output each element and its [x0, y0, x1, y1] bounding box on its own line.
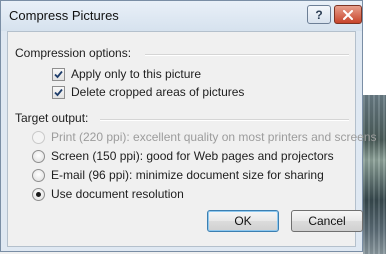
document-resolution-label[interactable]: Use document resolution [51, 187, 184, 201]
screen-radio[interactable] [32, 150, 45, 163]
delete-cropped-label[interactable]: Delete cropped areas of pictures [71, 85, 244, 99]
radio-selected-dot [36, 192, 41, 197]
close-button[interactable] [334, 5, 362, 24]
title-bar[interactable]: Compress Pictures ? [1, 1, 362, 31]
apply-only-label[interactable]: Apply only to this picture [71, 67, 201, 81]
dialog-content: Compression options: Apply only to this … [7, 31, 377, 247]
print-radio[interactable] [32, 131, 45, 144]
section-divider [100, 119, 349, 121]
compression-options-heading: Compression options: [15, 46, 132, 60]
apply-only-checkbox[interactable] [52, 68, 65, 81]
help-button[interactable]: ? [307, 5, 331, 24]
section-divider [145, 54, 349, 56]
background-document-image [363, 0, 386, 254]
email-label[interactable]: E-mail (96 ppi): minimize document size … [51, 168, 324, 182]
target-output-heading: Target output: [15, 111, 89, 125]
checkmark-icon [54, 88, 63, 97]
checkmark-icon [54, 70, 63, 79]
compress-pictures-dialog: Compress Pictures ? Compression options:… [0, 0, 377, 252]
dialog-title: Compress Pictures [9, 8, 119, 23]
help-icon: ? [315, 7, 323, 22]
document-resolution-radio[interactable] [32, 188, 45, 201]
email-radio[interactable] [32, 169, 45, 182]
close-icon [343, 9, 353, 20]
ok-button[interactable]: OK [207, 210, 279, 232]
cancel-button[interactable]: Cancel [291, 210, 363, 232]
screen-label[interactable]: Screen (150 ppi): good for Web pages and… [51, 149, 334, 163]
delete-cropped-checkbox[interactable] [52, 86, 65, 99]
print-label: Print (220 ppi): excellent quality on mo… [51, 130, 377, 144]
